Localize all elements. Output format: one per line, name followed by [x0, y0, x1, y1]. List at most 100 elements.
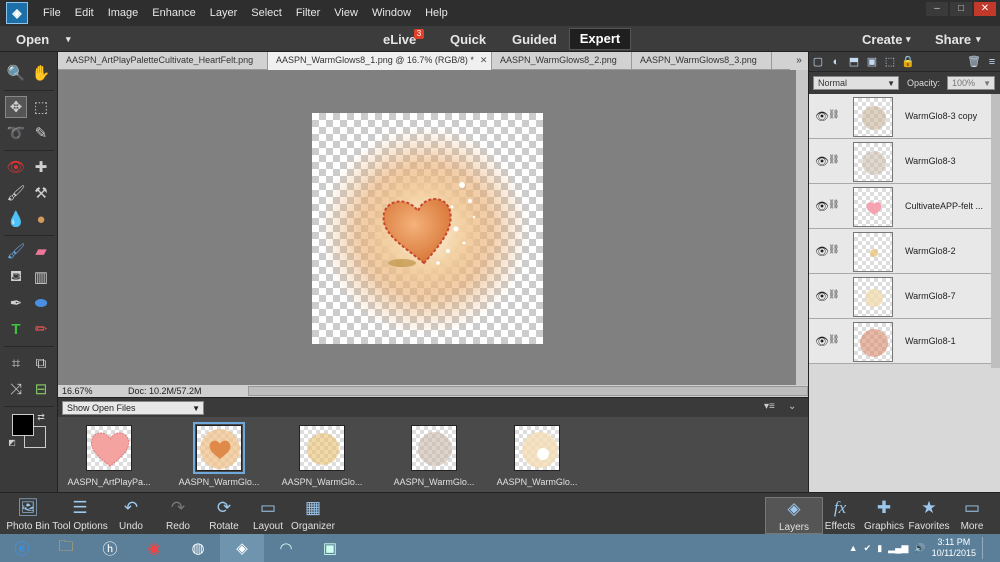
menu-select[interactable]: Select — [244, 7, 289, 19]
move-tool-icon[interactable]: ✥ — [5, 96, 27, 118]
straighten-tool-icon[interactable]: ⊟ — [30, 378, 52, 400]
menu-help[interactable]: Help — [418, 7, 455, 19]
lock-all-icon[interactable]: 🔒 — [899, 55, 917, 68]
bin-menu-icon[interactable]: ▾≡ — [764, 401, 775, 412]
visibility-eye-icon[interactable]: 👁 — [815, 110, 829, 123]
open-dropdown-icon[interactable]: ▾ — [66, 34, 71, 45]
add-mask-icon[interactable]: ⬒ — [845, 55, 863, 68]
canvas-area[interactable] — [58, 70, 796, 385]
layer-row[interactable]: 👁 ⛓ WarmGlo8-1 — [809, 319, 991, 364]
lock-transparent-icon[interactable]: ⬚ — [881, 55, 899, 68]
content-aware-move-tool-icon[interactable]: ⤨ — [5, 378, 27, 400]
red-eye-tool-icon[interactable]: 👁 — [5, 156, 27, 178]
share-dropdown-icon[interactable]: ▾ — [976, 34, 981, 45]
photoshop-elements-taskbar-icon[interactable]: ◈ — [220, 534, 264, 562]
bin-thumb-warmglows8-1[interactable] — [193, 422, 245, 474]
layers-scrollbar[interactable] — [991, 94, 1000, 368]
paint-icon[interactable]: ◍ — [176, 534, 220, 562]
menu-file[interactable]: File — [36, 7, 68, 19]
brush-tool-icon[interactable]: 🖌 — [5, 240, 27, 262]
layer-row[interactable]: 👁 ⛓ WarmGlo8-3 — [809, 139, 991, 184]
share-button[interactable]: Share — [935, 32, 971, 47]
visibility-eye-icon[interactable]: 👁 — [815, 290, 829, 303]
bin-thumb-warmglows8-2[interactable] — [299, 425, 345, 471]
file-explorer-icon[interactable]: 🗀 — [44, 534, 88, 562]
sponge-tool-icon[interactable]: ● — [30, 208, 52, 230]
volume-icon[interactable]: 🔊 — [914, 543, 925, 554]
menu-filter[interactable]: Filter — [289, 7, 327, 19]
shape-tool-icon[interactable]: ⬬ — [30, 292, 52, 314]
link-icon[interactable]: ⛓ — [828, 199, 839, 210]
menu-view[interactable]: View — [327, 7, 365, 19]
paint-bucket-tool-icon[interactable]: ⛾ — [5, 266, 27, 288]
blend-mode-select[interactable]: Normal ▼ — [813, 76, 899, 90]
spot-healing-tool-icon[interactable]: ✚ — [30, 156, 52, 178]
visibility-eye-icon[interactable]: 👁 — [815, 200, 829, 213]
bin-thumb-heartfelt[interactable] — [86, 425, 132, 471]
show-desktop-button[interactable] — [982, 537, 990, 559]
doc-tab-warmglows8-1[interactable]: AASPN_WarmGlows8_1.png @ 16.7% (RGB/8) *… — [268, 52, 492, 70]
maximize-button[interactable]: □ — [950, 2, 972, 16]
smart-brush-tool-icon[interactable]: 🖌 — [5, 182, 27, 204]
foreground-color-swatch[interactable] — [12, 414, 34, 436]
blur-tool-icon[interactable]: 💧 — [5, 208, 27, 230]
photos-taskbar-icon[interactable]: ▣ — [308, 534, 352, 562]
link-icon[interactable]: ⛓ — [828, 289, 839, 300]
eyedropper-tool-icon[interactable]: ✒ — [5, 292, 27, 314]
gradient-tool-icon[interactable]: ▥ — [30, 266, 52, 288]
link-icon[interactable]: ⛓ — [828, 109, 839, 120]
zoom-level[interactable]: 16.67% — [58, 386, 118, 396]
crop-tool-icon[interactable]: ⌗ — [5, 352, 27, 374]
pencil-tool-icon[interactable]: ✏ — [30, 318, 52, 340]
bin-thumb-warmglows8-3[interactable] — [411, 425, 457, 471]
swap-colors-icon[interactable]: ⇄ — [34, 410, 48, 424]
organizer-button[interactable]: ▦ Organizer — [283, 497, 343, 532]
close-button[interactable]: ✕ — [974, 2, 996, 16]
signal-icon[interactable]: ▂▄▆ — [888, 543, 908, 554]
marquee-tool-icon[interactable]: ⬚ — [30, 96, 52, 118]
menu-image[interactable]: Image — [101, 7, 146, 19]
doc-tab-warmglows8-3[interactable]: AASPN_WarmGlows8_3.png — [632, 52, 772, 70]
battery-icon[interactable]: ▮ — [877, 543, 882, 554]
recompose-tool-icon[interactable]: ⧉ — [30, 352, 52, 374]
type-tool-icon[interactable]: T — [5, 318, 27, 340]
check-icon[interactable]: ✔ — [864, 543, 872, 554]
document-canvas[interactable] — [312, 113, 543, 344]
layer-row[interactable]: 👁 ⛓ WarmGlo8-2 — [809, 229, 991, 274]
layer-row[interactable]: 👁 ⛓ WarmGlo8-3 copy — [809, 94, 991, 139]
clone-stamp-tool-icon[interactable]: ⚒ — [30, 182, 52, 204]
create-dropdown-icon[interactable]: ▾ — [906, 34, 911, 45]
default-colors-icon[interactable]: ◩ — [6, 436, 18, 448]
canvas-vertical-scrollbar[interactable] — [796, 70, 808, 385]
open-button[interactable]: Open — [16, 32, 49, 47]
minimize-button[interactable]: – — [926, 2, 948, 16]
doc-tab-warmglows8-2[interactable]: AASPN_WarmGlows8_2.png — [492, 52, 632, 70]
link-icon[interactable]: ⛓ — [828, 244, 839, 255]
visibility-eye-icon[interactable]: 👁 — [815, 245, 829, 258]
opacity-field[interactable]: 100% ▼ — [947, 76, 995, 90]
app-taskbar-icon[interactable]: ◠ — [264, 534, 308, 562]
bin-thumb-warmglows8-x[interactable] — [514, 425, 560, 471]
new-layer-icon[interactable]: ▢ — [809, 55, 827, 68]
expert-tab[interactable]: Expert — [569, 28, 631, 50]
clock[interactable]: 3:11 PM 10/11/2015 — [932, 537, 976, 559]
quick-selection-tool-icon[interactable]: ✎ — [30, 122, 52, 144]
more-tabs-button[interactable]: » — [790, 52, 808, 70]
eraser-tool-icon[interactable]: ▰ — [30, 240, 52, 262]
visibility-eye-icon[interactable]: 👁 — [815, 155, 829, 168]
ie-icon[interactable]: ⓔ — [0, 534, 44, 562]
quick-tab[interactable]: Quick — [450, 32, 486, 47]
tray-arrow-icon[interactable]: ▲ — [849, 543, 858, 553]
collapse-bin-icon[interactable]: ⌄ — [788, 401, 796, 412]
menu-layer[interactable]: Layer — [203, 7, 245, 19]
panel-menu-icon[interactable]: ≡ — [983, 56, 1000, 68]
link-icon[interactable]: ⛓ — [828, 154, 839, 165]
layer-row[interactable]: 👁 ⛓ CultivateAPP-felt ... — [809, 184, 991, 229]
link-icon[interactable]: ⛓ — [828, 334, 839, 345]
tab-close-icon[interactable]: ✕ — [480, 52, 488, 70]
doc-tab-heartfelt[interactable]: AASPN_ArtPlayPaletteCultivate_HeartFelt.… — [58, 52, 268, 70]
canvas-horizontal-scrollbar[interactable] — [248, 386, 808, 396]
visibility-eye-icon[interactable]: 👁 — [815, 335, 829, 348]
show-open-files-select[interactable]: Show Open Files ▼ — [62, 401, 204, 415]
menu-enhance[interactable]: Enhance — [145, 7, 202, 19]
